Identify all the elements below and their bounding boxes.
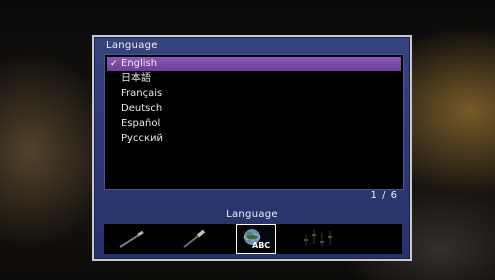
language-list: ✓ English 日本語 Français Deutsch Español Р… [104,54,404,190]
list-item-english[interactable]: ✓ English [107,57,401,71]
page-title: Language [106,40,158,51]
checkmark-icon: ✓ [110,59,118,69]
list-item-japanese[interactable]: 日本語 [107,72,401,86]
icon-bar: ABC [104,224,402,254]
speaker-wand-icon[interactable] [112,224,152,254]
page-indicator: 1 / 6 [370,190,398,201]
remote-wand-icon[interactable] [174,224,214,254]
list-item-french[interactable]: Français [107,87,401,101]
list-item-label: Español [121,118,161,129]
list-item-label: English [121,58,158,69]
list-item-spanish[interactable]: Español [107,117,401,131]
osd-window: Language ✓ English 日本語 Français Deutsch … [92,35,412,261]
list-item-label: 日本語 [121,73,151,84]
section-label: Language [226,209,278,220]
list-item-russian[interactable]: Русский [107,132,401,146]
globe-abc-icon[interactable]: ABC [236,224,276,254]
equalizer-icon[interactable] [298,224,338,254]
list-item-label: Français [121,88,163,99]
list-item-label: Deutsch [121,103,163,114]
list-item-german[interactable]: Deutsch [107,102,401,116]
abc-label: ABC [252,241,271,250]
list-item-label: Русский [121,133,163,144]
